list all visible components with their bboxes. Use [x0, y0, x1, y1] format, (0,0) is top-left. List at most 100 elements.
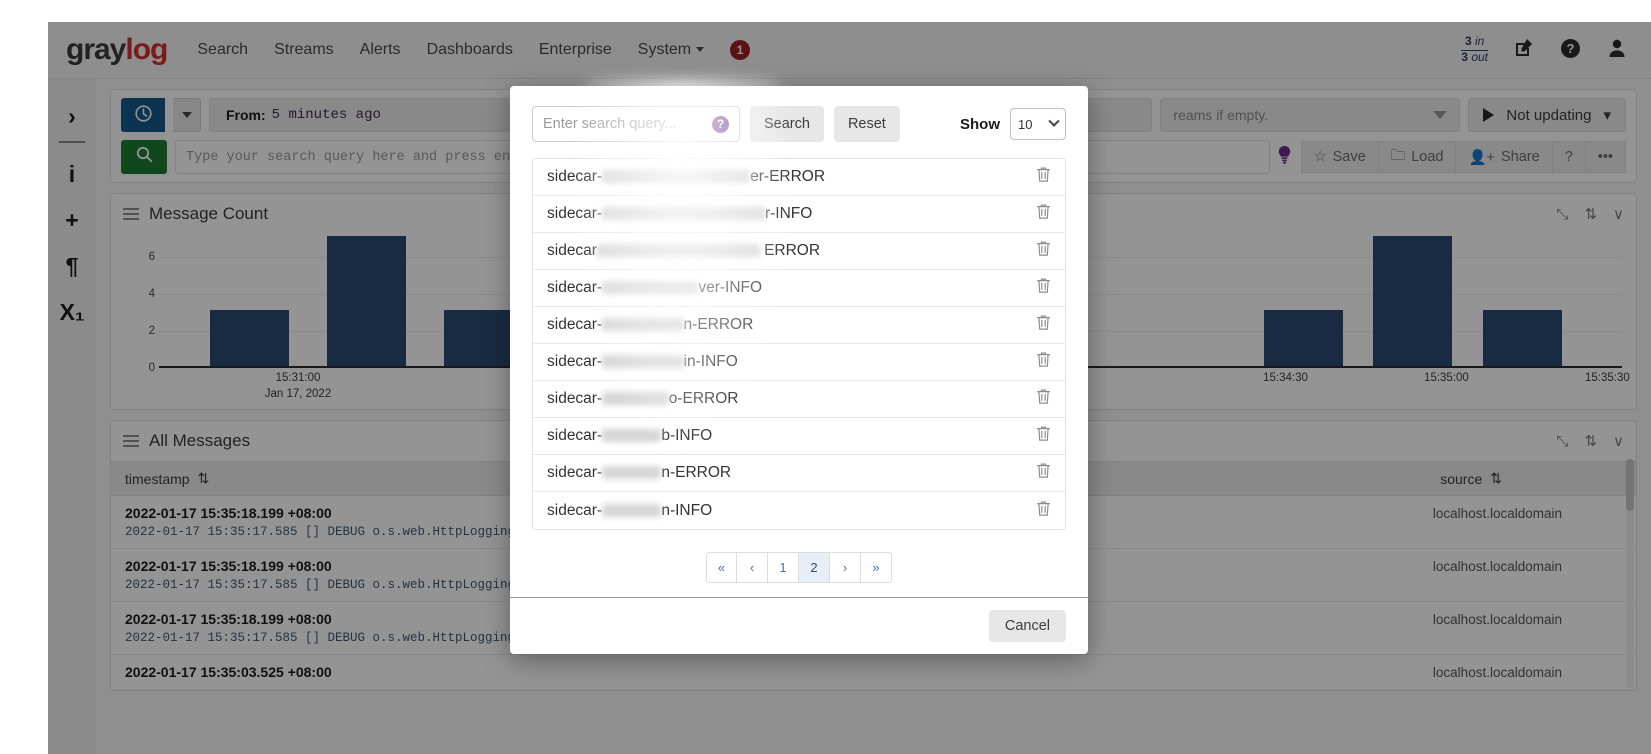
- pagination-prev[interactable]: ‹: [737, 552, 768, 583]
- sort-source-icon[interactable]: ⇅: [1490, 470, 1502, 487]
- pagination-last[interactable]: »: [861, 552, 892, 583]
- list-item-suffix: n-INFO: [661, 501, 713, 519]
- time-range-button[interactable]: [121, 98, 165, 132]
- play-icon: [1483, 108, 1495, 122]
- edit-icon[interactable]: [1514, 38, 1534, 62]
- expand-icon[interactable]: ⤡: [1556, 206, 1568, 223]
- time-range-dropdown-toggle[interactable]: [173, 98, 201, 132]
- collapse-icon[interactable]: ∨: [1613, 205, 1624, 223]
- sort-timestamp-icon[interactable]: ⇅: [198, 470, 210, 487]
- delete-icon[interactable]: [1036, 500, 1051, 522]
- nav-item-alerts[interactable]: Alerts: [360, 41, 401, 59]
- column-header-source-wrap: source ⇅: [1440, 470, 1502, 487]
- expand-icon[interactable]: ⤡: [1556, 433, 1568, 450]
- list-item-prefix: sidecar-: [547, 168, 603, 185]
- help-icon[interactable]: ?: [1560, 38, 1581, 63]
- save-search-button[interactable]: ☆ Save: [1300, 141, 1378, 173]
- from-label: From:: [226, 107, 266, 123]
- delete-icon[interactable]: [1036, 462, 1051, 484]
- delete-icon[interactable]: [1036, 388, 1051, 410]
- chart-x-tick: 15:35:30: [1584, 372, 1630, 384]
- nav-item-system[interactable]: System: [638, 41, 705, 59]
- modal-search-button[interactable]: Search: [750, 106, 824, 142]
- delete-icon[interactable]: [1036, 425, 1051, 447]
- brand-gray: gray: [66, 33, 126, 66]
- nav-item-search[interactable]: Search: [197, 41, 248, 59]
- lightbulb-icon[interactable]: [1278, 145, 1291, 169]
- collapse-icon[interactable]: ∨: [1613, 432, 1624, 450]
- list-item-label: sidecar- n-ERROR: [547, 316, 753, 334]
- share-search-button[interactable]: 👤+ Share: [1455, 141, 1552, 173]
- list-item-prefix: sidecar-: [547, 279, 603, 296]
- delete-icon[interactable]: [1036, 277, 1051, 299]
- modal-reset-button[interactable]: Reset: [833, 106, 900, 142]
- list-item-suffix: in-INFO: [683, 353, 738, 370]
- drag-handle-icon[interactable]: [123, 208, 139, 220]
- nav-item-streams[interactable]: Streams: [274, 41, 334, 59]
- page-size-select[interactable]: 10: [1010, 108, 1066, 140]
- query-help-icon[interactable]: ?: [712, 115, 729, 133]
- expand-sidebar-icon[interactable]: ›: [52, 93, 92, 139]
- column-header-source[interactable]: source: [1440, 471, 1482, 487]
- nav-item-enterprise[interactable]: Enterprise: [539, 41, 612, 59]
- modal-body: Enter search query... ? Search Reset Sho…: [510, 78, 1088, 597]
- search-help-button[interactable]: ?: [1551, 141, 1585, 173]
- drag-handle-icon[interactable]: [123, 435, 139, 447]
- column-header-timestamp[interactable]: timestamp: [125, 471, 190, 487]
- pagination-page-2[interactable]: 2: [799, 552, 830, 583]
- list-item[interactable]: sidecar- b-INFO: [533, 418, 1065, 455]
- chart-y-tick: 4: [148, 287, 155, 300]
- delete-icon[interactable]: [1036, 314, 1051, 336]
- chart-bar[interactable]: [210, 310, 290, 366]
- chart-bar[interactable]: [327, 236, 407, 366]
- chart-bar[interactable]: [1483, 310, 1562, 366]
- chart-bar[interactable]: [1263, 310, 1343, 366]
- left-sidebar-rail: › i + ¶ X₁: [48, 79, 96, 754]
- pagination-first[interactable]: «: [706, 552, 737, 583]
- notification-badge[interactable]: 1: [730, 40, 751, 60]
- message-list-icon[interactable]: ¶: [52, 243, 92, 289]
- list-item-suffix: ERROR: [759, 242, 821, 259]
- navbar-right: 3 in 3 out ?: [1461, 34, 1633, 65]
- execute-search-button[interactable]: [121, 140, 167, 174]
- list-item[interactable]: sidecar- n-INFO: [533, 492, 1065, 529]
- delete-icon[interactable]: [1036, 203, 1051, 225]
- pagination-page-1[interactable]: 1: [768, 552, 799, 583]
- list-item[interactable]: sidecar- ver-INFO: [533, 270, 1065, 307]
- sort-icon[interactable]: ⇅: [1584, 432, 1597, 450]
- list-item[interactable]: sidecar- n-ERROR: [533, 307, 1065, 344]
- message-count-title: Message Count: [149, 204, 269, 223]
- list-item[interactable]: sidecar- n-ERROR: [533, 455, 1065, 492]
- list-item-redacted: [596, 244, 760, 258]
- list-item-label: sidecar ERROR: [547, 242, 820, 260]
- refresh-toggle-button[interactable]: Not updating ▾: [1468, 98, 1627, 132]
- page-size-value: 10: [1018, 116, 1033, 132]
- load-search-button[interactable]: 🗀 Load: [1377, 141, 1456, 173]
- throughput-in-unit: in: [1474, 34, 1485, 49]
- more-actions-button[interactable]: •••: [1584, 141, 1626, 173]
- cancel-button[interactable]: Cancel: [988, 610, 1066, 642]
- table-row[interactable]: 2022-01-17 15:35:03.525 +08:00 localhost.…: [111, 655, 1636, 690]
- delete-icon[interactable]: [1036, 351, 1051, 373]
- fields-icon[interactable]: X₁: [52, 289, 92, 335]
- nav-item-dashboards[interactable]: Dashboards: [427, 41, 513, 59]
- list-item[interactable]: sidecar- o-ERROR: [533, 381, 1065, 418]
- sort-icon[interactable]: ⇅: [1584, 205, 1597, 223]
- delete-icon[interactable]: [1036, 240, 1051, 262]
- pagination-next[interactable]: ›: [830, 552, 861, 583]
- list-item[interactable]: sidecar- r-INFO: [533, 196, 1065, 233]
- message-source: localhost.localdomain: [1432, 559, 1562, 574]
- modal-search-input[interactable]: Enter search query... ?: [532, 106, 740, 142]
- list-item[interactable]: sidecar ERROR: [533, 233, 1065, 270]
- chart-bar[interactable]: [1373, 236, 1453, 366]
- messages-scrollbar-thumb[interactable]: [1626, 459, 1634, 511]
- add-widget-icon[interactable]: +: [52, 197, 92, 243]
- stream-selector[interactable]: reams if empty.: [1160, 98, 1461, 132]
- delete-icon[interactable]: [1036, 166, 1051, 188]
- messages-scrollbar[interactable]: [1626, 459, 1634, 688]
- list-item[interactable]: sidecar- in-INFO: [533, 344, 1065, 381]
- list-item[interactable]: sidecar- er-ERROR: [533, 159, 1065, 196]
- info-icon[interactable]: i: [52, 151, 92, 197]
- user-avatar-icon[interactable]: [1607, 38, 1627, 62]
- graylog-logo[interactable]: gray log: [66, 33, 168, 67]
